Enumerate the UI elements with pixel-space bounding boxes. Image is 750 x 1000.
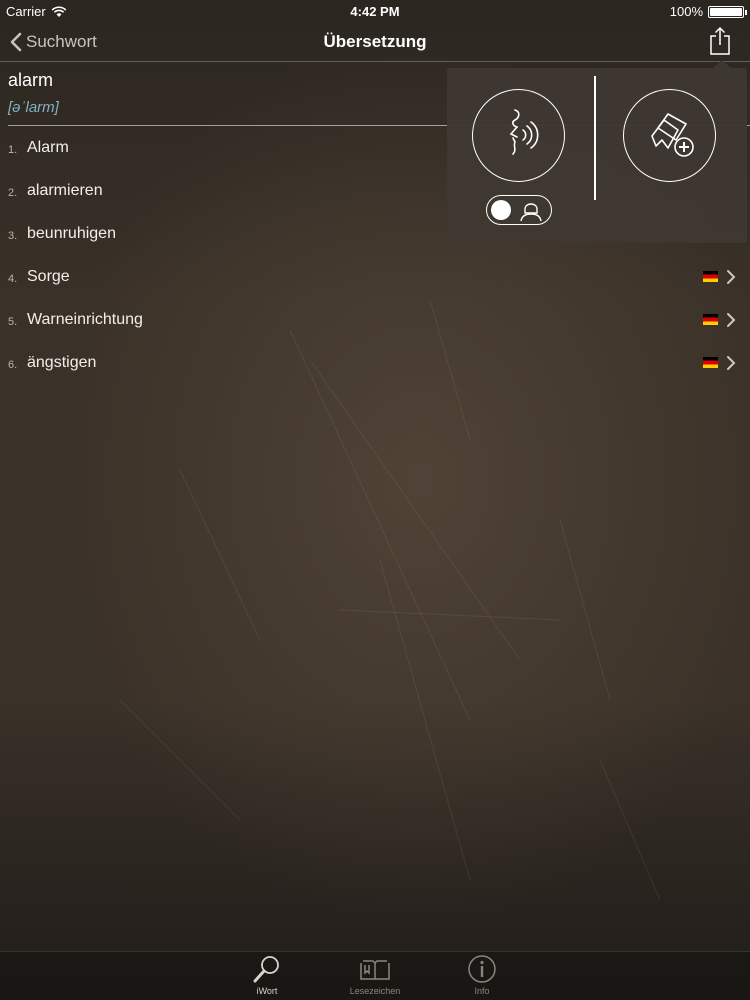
bookmark-add-icon	[651, 113, 694, 157]
chevron-right-icon	[727, 356, 736, 370]
navigation-bar: Suchwort Übersetzung	[0, 22, 750, 62]
speak-icon	[509, 109, 539, 155]
actions-popover	[447, 68, 747, 243]
chevron-right-icon	[727, 313, 736, 327]
info-icon	[468, 955, 496, 983]
book-icon	[360, 960, 390, 980]
translation-text: Alarm	[27, 138, 69, 156]
status-bar: Carrier 4:42 PM 100%	[0, 0, 750, 22]
voice-toggle[interactable]	[486, 195, 552, 225]
female-voice-icon	[520, 203, 542, 222]
search-icon	[253, 956, 279, 983]
translation-index: 6.	[8, 358, 18, 371]
tab-label: iWort	[256, 986, 278, 996]
german-flag-icon	[703, 271, 718, 282]
translation-text: alarmieren	[27, 181, 103, 199]
status-battery: 100%	[669, 4, 747, 19]
tab-iwort[interactable]: iWort	[232, 954, 302, 1000]
german-flag-icon	[703, 314, 718, 325]
tab-label: Info	[474, 986, 490, 996]
translation-text: Warneinrichtung	[27, 310, 143, 328]
toggle-knob	[491, 200, 511, 220]
translation-row[interactable]: 5. Warneinrichtung	[0, 298, 750, 341]
add-bookmark-button[interactable]	[623, 89, 716, 182]
tab-bar: iWort Lesezeichen Info	[0, 951, 750, 1000]
translation-index: 1.	[8, 143, 18, 156]
speak-button[interactable]	[472, 89, 565, 182]
translation-text: Sorge	[27, 267, 70, 285]
tab-label: Lesezeichen	[349, 986, 401, 996]
german-flag-icon	[703, 357, 718, 368]
translation-text: ängstigen	[27, 353, 97, 371]
translation-index: 4.	[8, 272, 18, 285]
page-title: Übersetzung	[323, 32, 427, 51]
share-icon[interactable]	[708, 26, 732, 56]
battery-percent: 100%	[669, 4, 703, 19]
tab-lesezeichen[interactable]: Lesezeichen	[340, 954, 410, 1000]
translation-index: 2.	[8, 186, 18, 199]
translation-index: 5.	[8, 315, 18, 328]
battery-icon	[708, 5, 747, 18]
tab-info[interactable]: Info	[447, 954, 517, 1000]
chevron-right-icon	[727, 270, 736, 284]
translation-index: 3.	[8, 229, 18, 242]
translation-row[interactable]: 6. ängstigen	[0, 341, 750, 384]
popover-divider	[594, 76, 596, 200]
translation-row[interactable]: 4. Sorge	[0, 255, 750, 298]
translation-text: beunruhigen	[27, 224, 116, 242]
status-time: 4:42 PM	[350, 4, 400, 19]
